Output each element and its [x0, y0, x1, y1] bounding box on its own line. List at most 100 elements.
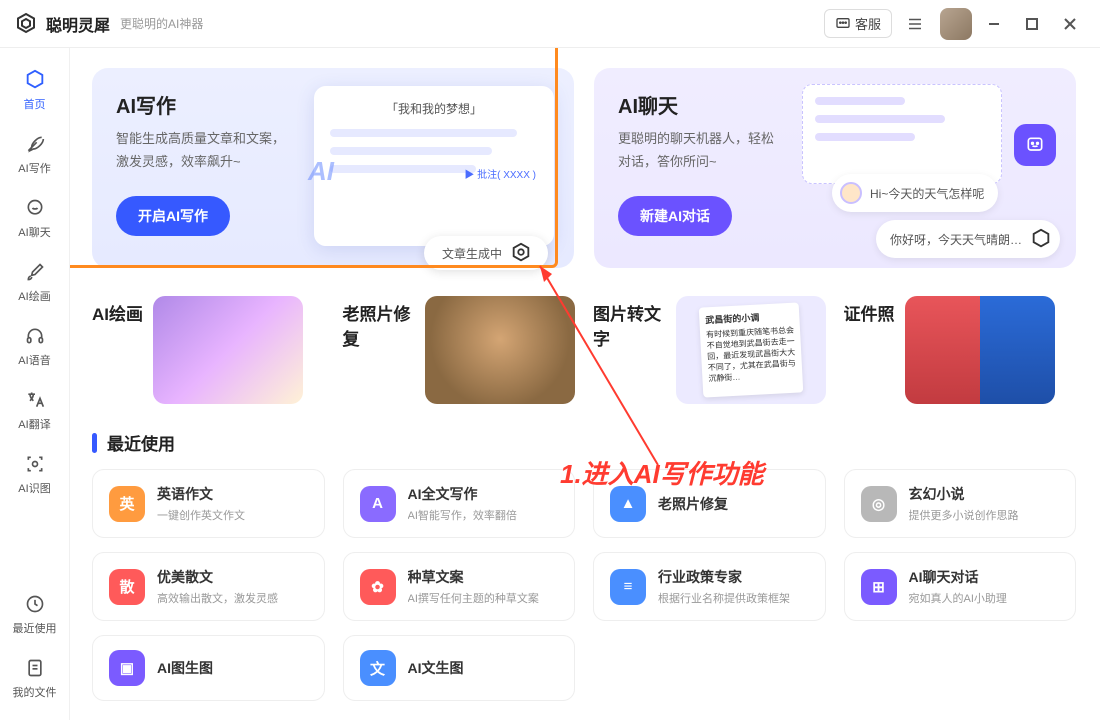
recent-item-icon: ✿: [360, 569, 396, 605]
recent-item[interactable]: ▲ 老照片修复: [593, 469, 826, 538]
translate-icon: [25, 390, 45, 410]
hero-card-chat[interactable]: AI聊天 更聪明的聊天机器人，轻松对话，答你所问~ 新建AI对话 Hi~今天的天…: [594, 68, 1076, 268]
recent-item-title: AI聊天对话: [909, 567, 1007, 587]
ai-badge-icon: AI: [308, 156, 334, 187]
write-mock-window: 「我和我的梦想」 ▶ 批注( XXXX ) AI: [314, 86, 554, 246]
sidebar-item-home[interactable]: 首页: [6, 60, 64, 120]
user-avatar[interactable]: [940, 8, 972, 40]
recent-item-icon: ≡: [610, 569, 646, 605]
recent-item[interactable]: 文 AI文生图: [343, 635, 576, 701]
app-logo-icon: [14, 12, 38, 36]
chat-bubble-ai: 你好呀，今天天气晴朗…: [876, 220, 1060, 258]
recent-item-icon: 散: [109, 569, 145, 605]
minimize-button[interactable]: [978, 4, 1010, 44]
hexagon-icon: [24, 69, 46, 91]
recent-item-icon: ◎: [861, 486, 897, 522]
recent-item[interactable]: ▣ AI图生图: [92, 635, 325, 701]
recent-item-desc: 根据行业名称提供政策框架: [658, 590, 790, 606]
recent-item[interactable]: A AI全文写作 AI智能写作，效率翻倍: [343, 469, 576, 538]
hexagon-icon: [1030, 228, 1052, 250]
main-content: AI写作 智能生成高质量文章和文案，激发灵感，效率飙升~ 开启AI写作 「我和我…: [70, 48, 1100, 720]
emoji-face-icon: [840, 182, 862, 204]
sidebar-item-voice[interactable]: AI语音: [6, 316, 64, 376]
clock-icon: [25, 594, 45, 614]
smile-icon: [1025, 135, 1045, 155]
feature-card-restore[interactable]: 老照片修复: [343, 296, 576, 404]
chat-mock: Hi~今天的天气怎样呢 你好呀，今天天气晴朗…: [802, 84, 1062, 254]
recent-item-desc: 一键创作英文作文: [157, 507, 245, 523]
titlebar: 聪明灵犀 更聪明的AI神器 客服: [0, 0, 1100, 48]
recent-item-desc: 高效输出散文，激发灵感: [157, 590, 278, 606]
brush-icon: [25, 262, 45, 282]
recent-item-desc: 提供更多小说创作思路: [909, 507, 1019, 523]
minimize-icon: [987, 17, 1001, 31]
feather-icon: [25, 134, 45, 154]
hexagon-icon: [510, 242, 532, 264]
sidebar-item-files[interactable]: 我的文件: [6, 648, 64, 708]
maximize-icon: [1026, 18, 1038, 30]
recent-item-title: AI文生图: [408, 658, 464, 678]
file-icon: [25, 658, 45, 678]
feature-thumb-paint: [153, 296, 303, 404]
hero-write-desc: 智能生成高质量文章和文案，激发灵感，效率飙升~: [116, 127, 317, 174]
sidebar-item-paint[interactable]: AI绘画: [6, 252, 64, 312]
recent-item-title: AI图生图: [157, 658, 213, 678]
recent-grid: 英英语作文一键创作英文作文 A AI全文写作 AI智能写作，效率翻倍 ▲ 老照片修复 ◎ 玄幻…: [92, 469, 1076, 701]
sidebar-item-write[interactable]: AI写作: [6, 124, 64, 184]
recent-heading: 最近使用: [92, 430, 1076, 455]
chat-bubble-icon: [835, 16, 851, 32]
recent-item-title: 老照片修复: [658, 494, 728, 514]
feature-thumb-restore: [425, 296, 575, 404]
recent-item-title: 英语作文: [157, 484, 245, 504]
hamburger-icon: [906, 15, 924, 33]
feature-card-ocr[interactable]: 图片转文字 武昌街的小调有时候到重庆随笔书总会不自觉地到武昌街去走一回，最近发现…: [593, 296, 826, 404]
recent-item-icon: A: [360, 486, 396, 522]
logo-wrap: 聪明灵犀: [14, 12, 110, 36]
smile-chat-icon: [25, 198, 45, 218]
new-chat-button[interactable]: 新建AI对话: [618, 196, 732, 236]
feature-card-paint[interactable]: AI绘画: [92, 296, 325, 404]
recent-item-title: 种草文案: [408, 567, 539, 587]
generating-pill: 文章生成中: [424, 236, 548, 270]
hero-chat-title: AI聊天: [618, 90, 819, 119]
sidebar: 首页 AI写作 AI聊天 AI绘画 AI语音 AI翻译 AI识图 最: [0, 48, 70, 720]
recent-item-icon: 英: [109, 486, 145, 522]
sidebar-item-chat[interactable]: AI聊天: [6, 188, 64, 248]
close-icon: [1063, 17, 1077, 31]
recent-item-icon: ▲: [610, 486, 646, 522]
recent-item[interactable]: 英英语作文一键创作英文作文: [92, 469, 325, 538]
hero-chat-desc: 更聪明的聊天机器人，轻松对话，答你所问~: [618, 127, 819, 174]
app-tagline: 更聪明的AI神器: [120, 15, 203, 32]
sidebar-item-vision[interactable]: AI识图: [6, 444, 64, 504]
hero-write-title: AI写作: [116, 90, 317, 119]
recent-item-title: 玄幻小说: [909, 484, 1019, 504]
recent-item-desc: AI智能写作，效率翻倍: [408, 507, 517, 523]
recent-item-desc: 宛如真人的AI小助理: [909, 590, 1007, 606]
maximize-button[interactable]: [1016, 4, 1048, 44]
recent-item-icon: 文: [360, 650, 396, 686]
recent-item[interactable]: ≡行业政策专家根据行业名称提供政策框架: [593, 552, 826, 621]
hero-card-write[interactable]: AI写作 智能生成高质量文章和文案，激发灵感，效率飙升~ 开启AI写作 「我和我…: [92, 68, 574, 268]
sidebar-item-translate[interactable]: AI翻译: [6, 380, 64, 440]
app-name: 聪明灵犀: [46, 12, 110, 36]
recent-item[interactable]: ✿ 种草文案 AI撰写任何主题的种草文案: [343, 552, 576, 621]
start-ai-write-button[interactable]: 开启AI写作: [116, 196, 230, 236]
feature-card-idphoto[interactable]: 证件照: [844, 296, 1077, 404]
sidebar-item-recent[interactable]: 最近使用: [6, 584, 64, 644]
recent-item-title: AI全文写作: [408, 484, 517, 504]
recent-item-desc: AI撰写任何主题的种草文案: [408, 590, 539, 606]
recent-item-icon: ▣: [109, 650, 145, 686]
close-button[interactable]: [1054, 4, 1086, 44]
recent-item-title: 优美散文: [157, 567, 278, 587]
chat-bubble-user: Hi~今天的天气怎样呢: [832, 174, 998, 212]
chat-send-icon: [1014, 124, 1056, 166]
headphone-icon: [25, 326, 45, 346]
recent-item[interactable]: ◎ 玄幻小说提供更多小说创作思路: [844, 469, 1077, 538]
scan-icon: [25, 454, 45, 474]
recent-item[interactable]: 散优美散文高效输出散文，激发灵感: [92, 552, 325, 621]
recent-item[interactable]: ⊞AI聊天对话宛如真人的AI小助理: [844, 552, 1077, 621]
menu-button[interactable]: [900, 9, 930, 39]
feature-thumb-ocr: 武昌街的小调有时候到重庆随笔书总会不自觉地到武昌街去走一回，最近发现武昌街大大不…: [676, 296, 826, 404]
customer-service-button[interactable]: 客服: [824, 9, 892, 38]
feature-thumb-idphoto: [905, 296, 1055, 404]
